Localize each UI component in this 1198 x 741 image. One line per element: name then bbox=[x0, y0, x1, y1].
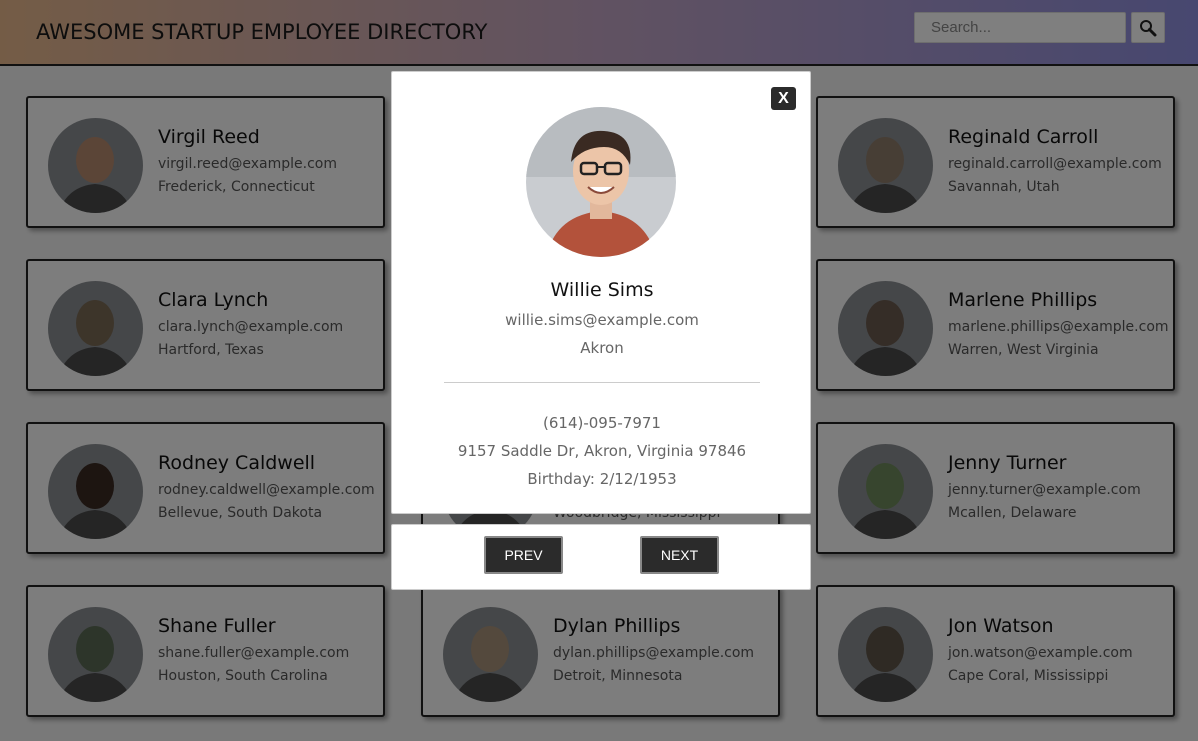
modal-avatar bbox=[526, 107, 676, 257]
modal-name: Willie Sims bbox=[550, 279, 654, 301]
next-button[interactable]: NEXT bbox=[640, 536, 719, 574]
close-button[interactable]: X bbox=[771, 87, 796, 110]
modal-address: 9157 Saddle Dr, Akron, Virginia 97846 bbox=[457, 442, 747, 460]
person-photo-icon bbox=[526, 107, 676, 257]
modal-email: willie.sims@example.com bbox=[505, 311, 699, 329]
modal-birthday: Birthday: 2/12/1953 bbox=[527, 470, 677, 488]
modal-city: Akron bbox=[580, 339, 624, 357]
prev-button[interactable]: PREV bbox=[484, 536, 563, 574]
employee-modal: X Willie Sims willie.sims@example.com Ak… bbox=[391, 71, 811, 514]
modal-divider bbox=[444, 382, 760, 383]
modal-phone: (614)-095-7971 bbox=[543, 414, 661, 432]
modal-nav: PREV NEXT bbox=[391, 524, 811, 590]
